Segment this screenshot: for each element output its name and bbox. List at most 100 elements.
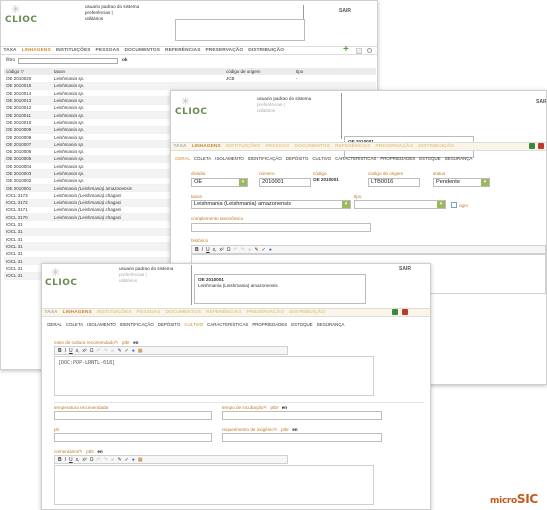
brand-logo[interactable]: ✳ CLIOC [5,4,37,25]
tab-deposito[interactable]: DEPÓSITO [156,322,183,327]
table-icon[interactable]: ▦ [138,457,143,463]
menu-referencias[interactable]: REFERÊNCIAS [204,310,244,315]
menu-instituicoes[interactable]: INSTITUIÇÕES [94,310,134,315]
save-icon[interactable] [529,143,535,149]
superscript-button[interactable]: x² [83,348,87,354]
tab-deposito[interactable]: DEPÓSITO [284,156,311,161]
menu-taxa[interactable]: TAXA [42,310,60,315]
lang-ptbr[interactable]: ptbr [122,340,130,345]
table-row[interactable]: OE 2010015 Leishmania sp. [4,82,376,91]
lang-ptbr[interactable]: ptbr [86,449,94,454]
tab-isolamento[interactable]: ISOLAMENTO [213,156,246,161]
menu-preservacao[interactable]: PRESERVAÇÃO [244,310,287,315]
tab-geral[interactable]: GERAL [45,322,64,327]
redo-icon[interactable]: ↷ [241,247,245,253]
menu-linhagens[interactable]: LINHAGENS [60,310,94,315]
redo-icon[interactable]: ↷ [104,457,108,463]
menu-preservacao[interactable]: PRESERVAÇÃO [203,48,246,53]
menu-instituicoes[interactable]: INSTITUIÇÕES [223,144,263,149]
tab-coleta[interactable]: COLETA [64,322,85,327]
complement-field[interactable] [191,223,371,232]
menu-distribuicao[interactable]: DISTRIBUIÇÃO [416,144,457,149]
tab-geral[interactable]: GERAL [173,156,192,161]
tab-caracteristicas[interactable]: CARACTERÍSTICAS [205,322,250,327]
help-icon[interactable]: ● [132,348,135,354]
logout-link[interactable]: SAIR [339,8,351,14]
spellcheck-icon[interactable]: ✓ [125,457,129,463]
oxygen-field[interactable] [222,433,382,442]
comments-editor[interactable] [54,465,374,505]
col-code[interactable]: código ▽ [4,68,52,75]
spellcheck-icon[interactable]: ✓ [262,247,266,253]
tab-cultivo[interactable]: CULTIVO [310,156,333,161]
pencil-icon[interactable]: ✎ [115,340,119,345]
lang-en[interactable]: en [133,340,138,345]
pencil-icon[interactable]: ✎ [263,405,267,410]
help-icon[interactable]: ● [269,247,272,253]
status-select[interactable]: Pendente ▾ [433,178,490,187]
menu-linhagens[interactable]: LINHAGENS [19,48,53,53]
brand-logo[interactable]: ✳ CLIOC [45,267,77,288]
omega-icon[interactable]: Ω [90,348,94,354]
pencil-icon[interactable]: ✎ [117,457,121,463]
menu-distribuicao[interactable]: DISTRIBUIÇÃO [246,48,287,53]
temperature-field[interactable] [54,411,212,420]
menu-distribuicao[interactable]: DISTRIBUIÇÃO [287,310,328,315]
culture-medium-editor[interactable]: [DOC:POP-LRNTL-018] [54,356,374,396]
tab-cultivo[interactable]: CULTIVO [182,322,205,327]
taxon-select[interactable]: Leishmania (Leishmania) amazonensis ▾ [191,200,351,209]
subscript-button[interactable]: x, [76,348,80,354]
type-select[interactable]: ▾ [354,200,446,209]
spellcheck-icon[interactable]: ✓ [125,348,129,354]
link-icon[interactable]: ∞ [111,457,115,463]
pencil-icon[interactable]: ✎ [254,247,258,253]
origin-code-field[interactable]: LTB0016 [368,178,420,187]
undo-icon[interactable]: ↶ [96,457,100,463]
menu-taxa[interactable]: TAXA [171,144,189,149]
tab-seguranca[interactable]: SEGURANÇA [443,156,475,161]
menu-documentos[interactable]: DOCUMENTOS [163,310,204,315]
menu-documentos[interactable]: DOCUMENTOS [292,144,333,149]
menu-pessoas[interactable]: PESSOAS [93,48,122,53]
menu-instituicoes[interactable]: INSTITUIÇÕES [53,48,93,53]
utilities-link[interactable]: utilitários [257,108,311,114]
lang-ptbr[interactable]: ptbr [271,405,279,410]
underline-button[interactable]: U [69,457,73,463]
underline-button[interactable]: U [69,348,73,354]
logout-link[interactable]: SAIR [536,99,546,105]
division-select[interactable]: OE ▾ [191,178,248,187]
redo-icon[interactable]: ↷ [104,348,108,354]
lang-ptbr[interactable]: ptbr [281,427,289,432]
filter-ok-button[interactable]: ok [122,58,128,63]
bold-button[interactable]: B [58,457,62,463]
tab-coleta[interactable]: COLETA [192,156,213,161]
lang-en[interactable]: en [292,427,297,432]
tab-seguranca[interactable]: SEGURANÇA [315,322,347,327]
italic-button[interactable]: I [202,247,203,253]
col-type[interactable]: tipo [294,68,376,75]
menu-referencias[interactable]: REFERÊNCIAS [163,48,203,53]
lang-en[interactable]: en [97,449,102,454]
delete-icon[interactable] [402,309,408,315]
col-taxon[interactable]: taxon [52,68,224,75]
table-icon[interactable]: ▦ [138,348,143,354]
filter-input[interactable] [18,58,118,64]
superscript-button[interactable]: x² [83,457,87,463]
undo-icon[interactable]: ↶ [233,247,237,253]
add-icon[interactable]: + [343,45,349,55]
menu-referencias[interactable]: REFERÊNCIAS [333,144,373,149]
delete-icon[interactable] [538,143,544,149]
grid-icon[interactable] [356,48,362,54]
tab-propriedades[interactable]: PROPRIEDADES [250,322,289,327]
tab-identificacao[interactable]: IDENTIFICAÇÃO [246,156,284,161]
lang-en[interactable]: en [282,405,287,410]
tab-isolamento[interactable]: ISOLAMENTO [85,322,118,327]
help-icon[interactable]: ● [132,457,135,463]
omega-icon[interactable]: Ω [227,247,231,253]
menu-preservacao[interactable]: PRESERVAÇÃO [373,144,416,149]
menu-documentos[interactable]: DOCUMENTOS [122,48,163,53]
bold-button[interactable]: B [195,247,199,253]
ogm-checkbox[interactable] [451,202,457,208]
omega-icon[interactable]: Ω [90,457,94,463]
col-origin-code[interactable]: código de origem [224,68,294,75]
